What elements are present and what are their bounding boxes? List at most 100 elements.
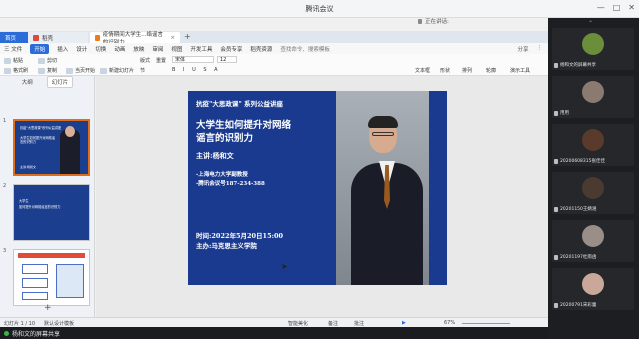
new-slide-button[interactable]: 新建幻灯片 [100, 67, 134, 74]
avatar [582, 33, 604, 55]
presentation-icon [95, 34, 100, 41]
menu-devtools[interactable]: 开发工具 [190, 45, 212, 53]
command-search[interactable]: 查找命令、搜索模板 [280, 45, 330, 53]
play-icon[interactable]: ▶ [402, 320, 406, 326]
participant-name: 20201150王婧涵 [560, 207, 597, 212]
participant-tile[interactable]: 杨和文的屏幕共享 [552, 28, 634, 70]
new-tab-button[interactable]: + [184, 32, 191, 41]
share-button[interactable]: 分享 [517, 45, 528, 53]
smart-beautify-button[interactable]: 智能美化 [288, 320, 308, 327]
close-button[interactable]: ✕ [628, 3, 635, 12]
menu-slideshow[interactable]: 放映 [133, 45, 144, 53]
tab-slides[interactable]: 幻灯片 [46, 76, 74, 88]
comments-button[interactable]: 批注 [354, 320, 364, 327]
zoom-slider[interactable] [462, 323, 510, 324]
menu-animation[interactable]: 动画 [114, 45, 125, 53]
slide-affiliation: -上海电力大学副教授 -腾讯会议号187-234-388 [196, 172, 265, 187]
presentation-tools-button[interactable]: 演示工具 [510, 67, 530, 74]
copy-icon [38, 67, 45, 74]
arrange-button[interactable]: 排列 [462, 67, 472, 74]
menu-design[interactable]: 设计 [76, 45, 87, 53]
menu-bar: 三 文件 开始 插入 设计 切换 动画 放映 审阅 视图 开发工具 会员专享 稻… [0, 43, 548, 54]
participant-tile[interactable]: 20200791宋彩蕾 [552, 268, 634, 310]
slide-thumbnail-pane: 大纲 幻灯片 1 抗疫"大思政课"系列公益讲座 大学生如何提升对网络谣言的识别力… [0, 76, 95, 317]
menu-insert[interactable]: 插入 [57, 45, 68, 53]
wps-tab-bar: 首页 稻壳 疫情期间大学生...络谣言的识别力 × + [0, 31, 548, 46]
avatar [582, 177, 604, 199]
thumb-number: 1 [3, 118, 7, 124]
avatar [582, 273, 604, 295]
format-painter-button[interactable]: 格式刷 [4, 67, 28, 74]
copy-button[interactable]: 复制 [38, 67, 57, 74]
speaking-label: 正在讲话: [425, 19, 449, 25]
mic-icon [554, 111, 558, 116]
docer-icon [33, 34, 39, 41]
avatar [582, 225, 604, 247]
participant-tile[interactable]: 用用 [552, 76, 634, 118]
minimize-button[interactable]: — [597, 3, 605, 12]
slide-thumb-2[interactable]: 大学生 如何提升对网络谣言的识别力 [13, 184, 90, 241]
window-controls: — □ ✕ [597, 3, 635, 12]
mic-icon [554, 159, 558, 164]
notes-button[interactable]: 备注 [328, 320, 338, 327]
menu-start[interactable]: 开始 [30, 43, 50, 54]
font-style-buttons[interactable]: B I U S A [172, 67, 221, 73]
participant-tile[interactable]: 20201150王婧涵 [552, 172, 634, 214]
cut-button[interactable]: 剪切 [38, 57, 57, 64]
tab-document[interactable]: 疫情期间大学生...络谣言的识别力 × [90, 32, 180, 46]
slide-title: 大学生如何提升对网络 谣言的识别力 [196, 120, 292, 144]
font-name-select[interactable]: 宋体 [172, 56, 214, 63]
outline-button[interactable]: 轮廓 [486, 67, 496, 74]
slide-thumb-1[interactable]: 抗疫"大思政课"系列公益讲座 大学生如何提升对网络谣言的识别力 主讲:杨和文 [13, 119, 90, 176]
slide-series: 抗疫"大思政课" 系列公益讲座 [196, 100, 284, 108]
share-status-icon [4, 331, 9, 336]
mic-icon [554, 303, 558, 308]
participant-tile[interactable]: 20200608315张佳佳 [552, 124, 634, 166]
slide-thumb-3[interactable] [13, 249, 90, 306]
menu-member[interactable]: 会员专享 [220, 45, 242, 53]
menu-docer[interactable]: 稻壳资源 [250, 45, 272, 53]
paste-icon [4, 57, 11, 64]
close-tab-icon[interactable]: × [170, 35, 175, 41]
participant-name: 20201197杜雨函 [560, 255, 597, 260]
status-bar: 幻灯片 1 / 10 默认设计模板 智能美化 备注 批注 ▶ 67% [0, 317, 548, 327]
participant-name: 20200608315张佳佳 [560, 159, 605, 164]
participant-tile[interactable]: 20201197杜雨函 [552, 220, 634, 262]
zoom-level: 67% [444, 320, 456, 326]
maximize-button[interactable]: □ [613, 3, 621, 12]
tab-outline[interactable]: 大纲 [22, 78, 33, 86]
section-button[interactable]: 节 [140, 67, 145, 74]
tab-home[interactable]: 首页 [0, 32, 28, 43]
menu-view[interactable]: 视图 [171, 45, 182, 53]
current-start-button[interactable]: 当页开始 [66, 67, 95, 74]
tab-docer[interactable]: 稻壳 [28, 32, 88, 43]
textbox-button[interactable]: 文本框 [415, 67, 430, 74]
thumb-number: 3 [3, 248, 7, 254]
font-size-select[interactable]: 12 [217, 56, 237, 63]
meeting-title-bar: 腾讯会议 — □ ✕ [0, 0, 639, 18]
mic-icon [418, 18, 422, 24]
file-menu[interactable]: 三 文件 [4, 45, 22, 53]
speaking-indicator: 正在讲话: [418, 17, 449, 25]
scissors-icon [38, 57, 45, 64]
menu-review[interactable]: 审阅 [152, 45, 163, 53]
participant-name: 用用 [560, 111, 569, 116]
more-button[interactable]: ⋮ [537, 45, 543, 53]
slide-presenter: 主讲:杨和文 [196, 151, 234, 160]
participant-name: 杨和文的屏幕共享 [560, 63, 596, 68]
theme-name: 默认设计模板 [44, 321, 75, 327]
collapse-icon[interactable]: ⌃ [588, 20, 593, 27]
layout-button[interactable]: 版式 [140, 57, 150, 64]
shape-button[interactable]: 形状 [440, 67, 450, 74]
new-slide-icon [100, 67, 107, 74]
pane-tabs: 大纲 幻灯片 [0, 76, 95, 88]
main-slide[interactable]: 抗疫"大思政课" 系列公益讲座 大学生如何提升对网络 谣言的识别力 主讲:杨和文… [188, 91, 447, 285]
slide-count: 幻灯片 1 / 10 [4, 321, 35, 327]
menu-transition[interactable]: 切换 [95, 45, 106, 53]
add-slide-button[interactable]: + [44, 303, 52, 313]
paste-button[interactable]: 粘贴 [4, 57, 23, 64]
menu-right: 分享 ⋮ [517, 45, 548, 53]
reset-button[interactable]: 重置 [156, 57, 166, 64]
participant-sidebar: ⌃ 杨和文的屏幕共享 用用 20200608315张佳佳 20201150王婧涵… [548, 18, 639, 339]
participant-name: 20200791宋彩蕾 [560, 303, 597, 308]
